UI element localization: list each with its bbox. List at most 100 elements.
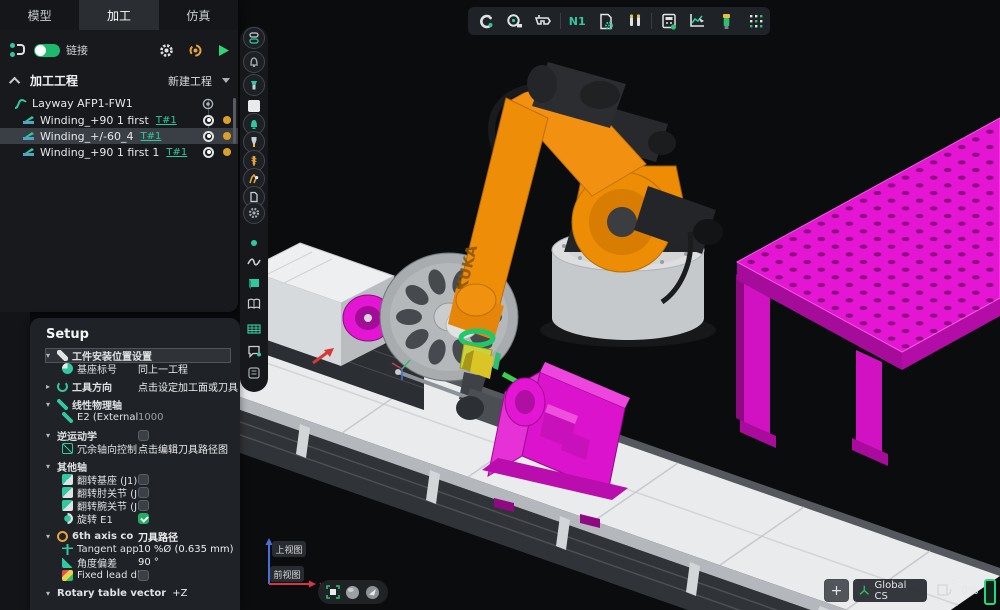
setup-row-sixth-axis[interactable]: ▾ 6th axis control 刀具路径 — [46, 530, 234, 543]
checkbox[interactable] — [138, 500, 149, 511]
active-op-radio[interactable] — [203, 147, 214, 158]
tool-tag-link[interactable]: T#1 — [141, 131, 162, 142]
status-dot[interactable] — [223, 148, 231, 156]
checkbox-checked[interactable] — [138, 513, 149, 524]
spool-icon[interactable] — [243, 27, 265, 49]
setup-row-rotate-e1[interactable]: 旋转 E1 — [46, 512, 234, 525]
row-value[interactable]: 刀具路径 — [138, 529, 178, 544]
cs-triad-icon — [859, 585, 870, 596]
clamp-icon[interactable] — [621, 7, 650, 35]
rotate-orange-icon[interactable] — [188, 43, 203, 58]
notes-icon[interactable] — [243, 362, 265, 384]
gear-badge-icon[interactable] — [243, 202, 265, 224]
grid-dots-icon[interactable] — [741, 7, 770, 35]
tool-holder-icon[interactable] — [712, 7, 741, 35]
gear-icon[interactable] — [159, 43, 174, 58]
tree-item-winding-1[interactable]: Winding_+90 1 first T#1 — [0, 112, 238, 128]
book-icon[interactable] — [243, 293, 265, 315]
checkbox[interactable] — [138, 474, 149, 485]
collapse-icon[interactable] — [9, 76, 20, 87]
setup-row-angle-deviation[interactable]: 角度偏差 90 ° — [46, 556, 234, 569]
frame-select-icon[interactable] — [326, 585, 340, 599]
chevron-down-icon[interactable] — [222, 78, 230, 83]
tree-item-winding-3[interactable]: Winding_+90 1 first 1 T#1 — [0, 144, 238, 160]
tape-measure-icon[interactable] — [500, 7, 529, 35]
caret-icon[interactable]: ▾ — [46, 400, 57, 409]
row-value[interactable]: +Z — [172, 588, 187, 599]
caret-icon[interactable]: ▾ — [46, 589, 57, 598]
setup-row-flip-elbow[interactable]: 翻转肘关节 (J — [46, 486, 234, 499]
shaded-sphere-icon[interactable] — [345, 585, 360, 600]
panel-icon[interactable] — [243, 272, 265, 294]
tree-root-row[interactable]: Layway AFP1-FW1 — [0, 95, 238, 112]
battery-indicator — [984, 579, 996, 605]
chart-icon[interactable] — [683, 7, 712, 35]
caret-icon[interactable]: ▸ — [46, 382, 57, 391]
tool-direction-icon — [57, 381, 68, 392]
setup-row-flip-base[interactable]: 翻转基座 (J1) — [46, 473, 234, 486]
collet-icon[interactable] — [243, 74, 265, 96]
setup-row-fixed-lead[interactable]: Fixed lead dire — [46, 569, 234, 582]
checkbox[interactable] — [138, 430, 149, 441]
front-view-button[interactable]: 前视图 — [270, 566, 304, 582]
link-toggle[interactable] — [34, 44, 60, 57]
tool-tag-link[interactable]: T#1 — [156, 115, 177, 126]
add-cs-button[interactable]: + — [824, 579, 849, 602]
row-value[interactable]: 10 %Ø (0.635 mm) — [138, 544, 234, 555]
message-icon[interactable] — [243, 340, 265, 362]
tab-machining[interactable]: 加工 — [79, 0, 158, 30]
calculator-icon[interactable] — [654, 7, 683, 35]
sheet-flip-icon[interactable]: 1 — [934, 579, 957, 602]
row-value[interactable]: 1000 — [138, 412, 163, 423]
new-project-button[interactable]: 新建工程 — [168, 73, 212, 89]
play-icon[interactable] — [217, 44, 230, 57]
setup-row-rotary-vector[interactable]: ▾ Rotary table vector +Z — [46, 587, 234, 600]
tree-item-label: Winding_+90 1 first — [40, 114, 149, 127]
measure-toolbar: N1 — [468, 7, 770, 35]
magnet-icon[interactable] — [471, 7, 500, 35]
caliper-icon[interactable] — [529, 7, 558, 35]
caret-icon[interactable]: ▾ — [46, 351, 57, 360]
target-dot-icon[interactable] — [202, 98, 214, 110]
tree-scrollbar[interactable] — [233, 98, 236, 144]
angle-icon — [62, 557, 73, 568]
alarm-bell-icon[interactable] — [243, 51, 265, 73]
checkbox[interactable] — [138, 487, 149, 498]
row-value[interactable]: 90 ° — [138, 557, 159, 568]
setup-row-other-axes[interactable]: ▾ 其他轴 — [46, 460, 234, 473]
setup-row-tool-direction[interactable]: ▸ 工具方向 点击设定加工面或刀具 — [46, 380, 234, 393]
caret-icon[interactable]: ▾ — [46, 431, 57, 440]
tab-model[interactable]: 模型 — [0, 0, 79, 30]
base-frame-icon — [62, 363, 73, 374]
setup-row-tangent[interactable]: Tangent appro 10 %Ø (0.635 mm) — [46, 543, 234, 556]
table-grid-icon[interactable] — [243, 318, 265, 340]
top-view-button[interactable]: 上视图 — [272, 541, 306, 557]
app-window: KUKA — [0, 0, 1000, 610]
setup-row-e2-axis[interactable]: E2 (External a: 1000 — [46, 411, 234, 424]
status-dot[interactable] — [223, 116, 231, 124]
tree-item-winding-2-selected[interactable]: Winding_+/-60_4 T#1 — [0, 128, 238, 144]
tab-simulation[interactable]: 仿真 — [159, 0, 238, 30]
curve-icon[interactable] — [243, 251, 265, 273]
orbit-sphere-icon[interactable] — [365, 585, 380, 600]
row-label: 工具方向 — [72, 379, 112, 394]
caret-icon[interactable]: ▾ — [46, 462, 57, 471]
setup-row-base-frame[interactable]: 基座标号 同上一工程 — [46, 362, 234, 375]
active-op-radio[interactable] — [203, 131, 214, 142]
setup-row-redundant-axis[interactable]: 冗余轴向控制 点击编辑刀具路径图 — [46, 442, 234, 455]
document-gear-icon[interactable] — [592, 7, 621, 35]
caret-icon[interactable]: ▾ — [46, 532, 57, 541]
row-value[interactable]: 点击设定加工面或刀具 — [138, 379, 238, 394]
status-dot[interactable] — [223, 132, 231, 140]
row-label: Tangent appro — [77, 544, 139, 555]
checkbox[interactable] — [138, 570, 149, 581]
active-op-radio[interactable] — [203, 115, 214, 126]
row-value[interactable]: 点击编辑刀具路径图 — [138, 441, 228, 456]
n1-tool-label[interactable]: N1 — [563, 7, 592, 35]
setup-row-flip-wrist[interactable]: 翻转腕关节 (J — [46, 499, 234, 512]
coordinate-system-selector[interactable]: Global CS — [853, 579, 927, 602]
row-value[interactable]: 同上一工程 — [138, 361, 188, 376]
winding-op-icon — [22, 114, 35, 126]
tool-tag-link[interactable]: T#1 — [166, 147, 187, 158]
setup-row-linear-axis[interactable]: ▾ 线性物理轴 — [46, 398, 234, 411]
